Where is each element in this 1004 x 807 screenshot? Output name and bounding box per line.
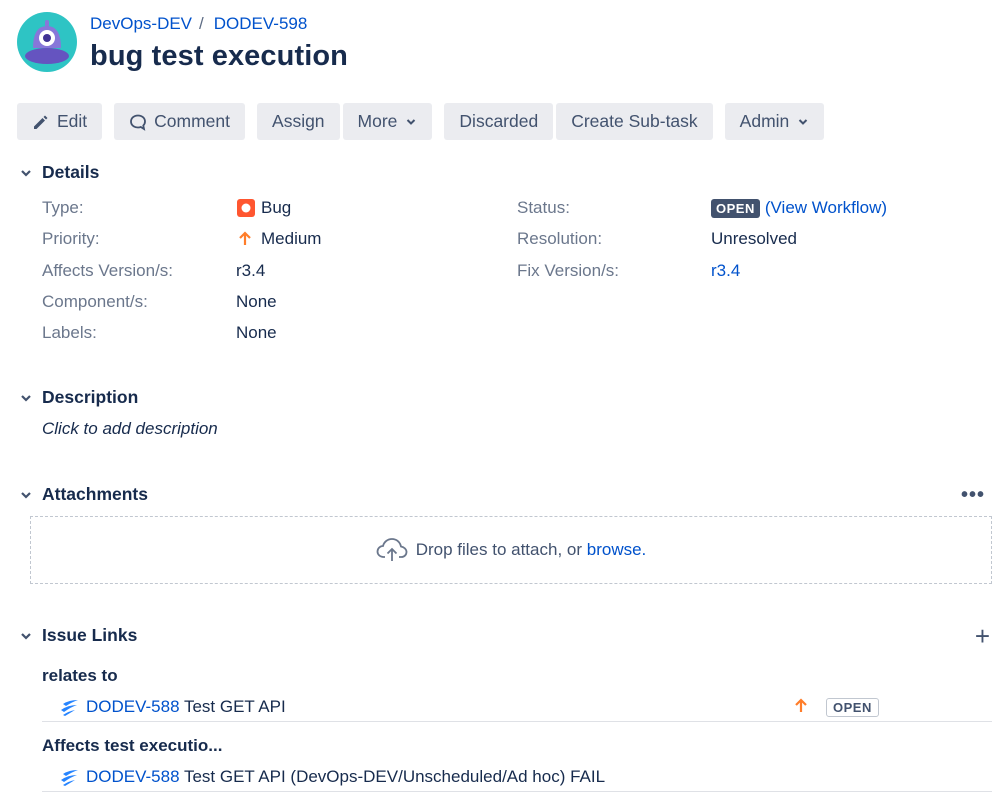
attachments-toggle[interactable]: Attachments (17, 484, 148, 505)
description-toggle[interactable]: Description (17, 387, 138, 408)
chevron-down-icon (17, 389, 35, 407)
link-type-heading: relates to (42, 666, 118, 685)
chevron-down-icon (17, 164, 35, 182)
type-label: Type: (42, 198, 84, 217)
chevron-down-icon (17, 486, 35, 504)
description-heading: Description (42, 387, 139, 407)
breadcrumb: DevOps-DEV / DODEV-598 (90, 14, 307, 34)
details-toggle[interactable]: Details (17, 162, 99, 183)
priority-value[interactable]: Medium (236, 229, 321, 249)
dropzone-text: Drop files to attach, or (415, 540, 583, 559)
status-label: Status: (517, 198, 570, 217)
breadcrumb-project-link[interactable]: DevOps-DEV (90, 14, 192, 34)
comment-icon (130, 114, 147, 131)
breadcrumb-separator: / (199, 14, 204, 33)
fix-version-link[interactable]: r3.4 (711, 261, 740, 281)
issue-link-summary[interactable]: Test GET API (DevOps-DEV/Unscheduled/Ad … (184, 767, 605, 786)
status-badge: OPEN (826, 698, 879, 717)
create-subtask-button[interactable]: Create Sub-task (556, 103, 713, 140)
resolution-value: Unresolved (711, 229, 797, 248)
chevron-down-icon (407, 118, 416, 125)
admin-button[interactable]: Admin (724, 103, 825, 140)
component-value[interactable]: None (236, 292, 277, 312)
details-heading: Details (42, 162, 100, 182)
fix-version-label: Fix Version/s: (517, 261, 620, 280)
more-button-label: More (357, 111, 398, 131)
edit-button[interactable]: Edit (17, 103, 103, 140)
attachment-dropzone[interactable]: Drop files to attach, or browse. (30, 516, 992, 584)
add-link-icon[interactable]: + (975, 623, 990, 649)
issue-link-row: DODEV-588 Test GET API (DevOps-DEV/Unsch… (42, 762, 992, 792)
issue-link-text: DODEV-588 Test GET API (DevOps-DEV/Unsch… (86, 767, 605, 787)
comment-button[interactable]: Comment (114, 103, 246, 140)
affects-version-value[interactable]: r3.4 (236, 261, 265, 281)
edit-button-label: Edit (57, 111, 88, 131)
type-value[interactable]: Bug (236, 198, 291, 218)
assign-button[interactable]: Assign (257, 103, 340, 140)
xray-test-icon (61, 770, 78, 786)
component-label: Component/s: (42, 292, 148, 311)
labels-label: Labels: (42, 323, 97, 342)
issue-links-heading: Issue Links (42, 625, 138, 645)
issue-links-toggle[interactable]: Issue Links (17, 625, 137, 646)
labels-value[interactable]: None (236, 323, 277, 343)
link-type-heading: Affects test executio... (42, 736, 223, 755)
project-avatar[interactable] (17, 12, 77, 72)
more-button[interactable]: More (342, 103, 433, 140)
status-value: OPEN (View Workflow) (711, 198, 887, 218)
breadcrumb-issue-key-link[interactable]: DODEV-598 (214, 14, 308, 34)
issue-link-key[interactable]: DODEV-588 (86, 697, 180, 716)
bug-icon (237, 199, 255, 217)
priority-label: Priority: (42, 229, 100, 248)
resolution-label: Resolution: (517, 229, 603, 248)
admin-button-label: Admin (739, 111, 790, 131)
xray-test-icon (61, 700, 78, 716)
issue-link-key[interactable]: DODEV-588 (86, 767, 180, 786)
issue-title[interactable]: bug test execution (90, 40, 348, 73)
comment-button-label: Comment (154, 111, 231, 131)
affects-version-label: Affects Version/s: (42, 261, 174, 280)
issue-toolbar: Edit Comment Assign More Discarded Creat… (17, 103, 836, 140)
issue-link-summary[interactable]: Test GET API (184, 697, 286, 716)
cloud-upload-icon (376, 538, 408, 561)
chevron-down-icon (799, 118, 808, 125)
attachments-heading: Attachments (42, 484, 148, 504)
view-workflow-link[interactable]: (View Workflow) (765, 198, 887, 218)
pencil-icon (34, 115, 48, 129)
more-options-icon[interactable]: ••• (961, 484, 985, 507)
priority-medium-icon (239, 231, 251, 245)
priority-medium-icon (795, 698, 807, 712)
description-field[interactable]: Click to add description (42, 419, 218, 439)
discarded-button[interactable]: Discarded (444, 103, 554, 140)
issue-link-text: DODEV-588 Test GET API (86, 697, 286, 717)
priority-value-text: Medium (261, 229, 322, 248)
browse-link[interactable]: browse. (587, 540, 647, 560)
type-value-text: Bug (261, 198, 292, 217)
issue-link-row: DODEV-588 Test GET API OPEN (42, 692, 992, 722)
status-badge: OPEN (711, 198, 760, 218)
chevron-down-icon (17, 627, 35, 645)
